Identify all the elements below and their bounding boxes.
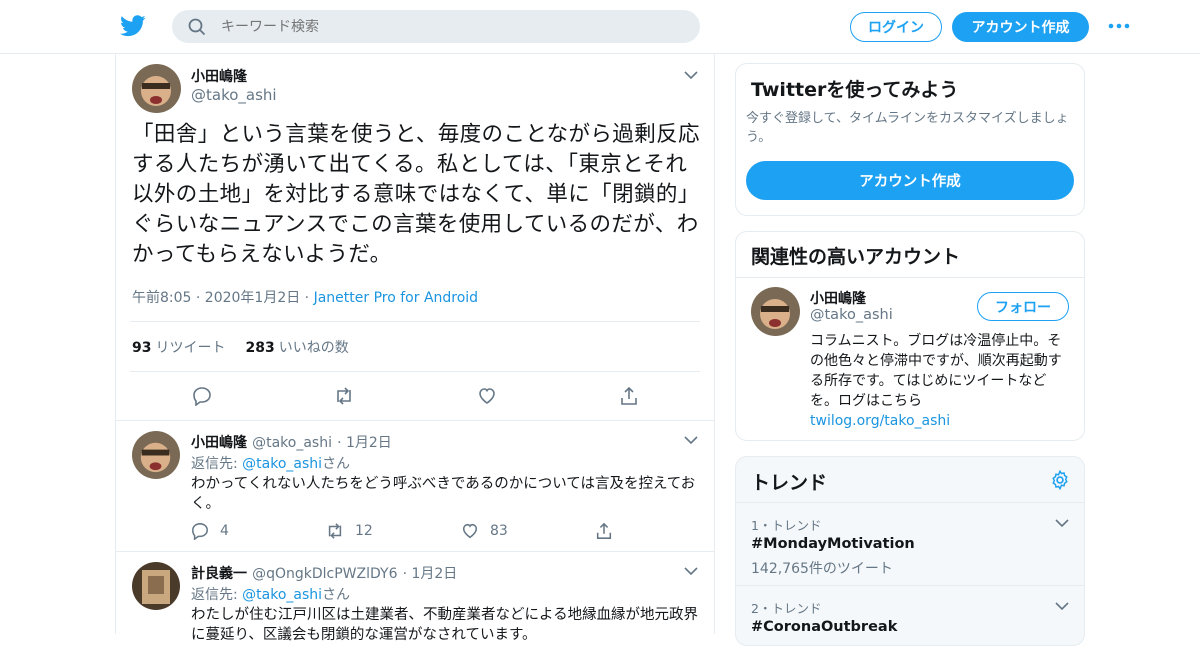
reply-to-suffix: さん xyxy=(322,587,351,603)
top-bar: ログイン アカウント作成 xyxy=(0,0,1200,54)
retweets-label: リツイート xyxy=(155,339,226,356)
reply-header: 小田嶋隆 @tako_ashi · 1月2日 xyxy=(191,432,392,452)
retweets-count: 93 xyxy=(132,339,152,356)
reply-author-name[interactable]: 小田嶋隆 xyxy=(191,435,247,451)
chevron-down-icon[interactable] xyxy=(684,436,698,444)
share-icon[interactable] xyxy=(619,386,639,406)
reply-header: 計良義一 @qOngkDlcPWZlDY6 · 1月2日 xyxy=(191,563,457,583)
reply-to-line: 返信先: @tako_ashiさん xyxy=(191,584,350,604)
author-handle[interactable]: @tako_ashi xyxy=(191,86,277,104)
related-account-bio: コラムニスト。ブログは冷温停止中。その他色々と停滞中ですが、順次再起動する所存で… xyxy=(810,331,1072,431)
tweet-text: 「田舎」という言葉を使うと、毎度のことながら過剰反応する人たちが湧いて出てくる。… xyxy=(132,122,700,267)
timeline-column: 小田嶋隆 @tako_ashi 「田舎」という言葉を使うと、毎度のことながら過剰… xyxy=(115,54,716,643)
signup-card: Twitterを使ってみよう 今すぐ登録して、タイムラインをカスタマイズしましょ… xyxy=(735,63,1085,216)
search-input[interactable] xyxy=(221,18,641,35)
related-account-handle[interactable]: @tako_ashi xyxy=(810,307,893,323)
trend-rank: 1・トレンド xyxy=(751,518,822,533)
signup-card-title: Twitterを使ってみよう xyxy=(751,79,959,101)
share-icon xyxy=(596,522,612,539)
tweet-client-link[interactable]: Janetter Pro for Android xyxy=(314,290,478,306)
reply-to-prefix: 返信先: xyxy=(191,456,243,472)
tweet-stats: 93 リツイート 283 いいねの数 xyxy=(130,321,700,372)
reply-like-action[interactable]: 83 xyxy=(461,522,595,540)
chevron-down-icon[interactable] xyxy=(684,71,698,79)
trend-tag[interactable]: #CoronaOutbreak xyxy=(751,619,897,635)
gear-icon[interactable] xyxy=(1049,469,1071,491)
twitter-logo-icon[interactable] xyxy=(120,14,146,38)
reply-text: わかってくれない人たちをどう呼ぶべきであるのかについては言及を控えておく。 xyxy=(191,476,696,512)
reply-reply-action[interactable]: 4 xyxy=(191,522,325,540)
bio-text: コラムニスト。ブログは冷温停止中。その他色々と停滞中ですが、順次再起動する所存で… xyxy=(810,333,1062,409)
chevron-down-icon[interactable] xyxy=(684,567,698,575)
reply-author-handle[interactable]: @qOngkDlcPWZlDY6 xyxy=(252,566,397,582)
tweet-meta: 午前8:05 · 2020年1月2日 · Janetter Pro for An… xyxy=(132,287,478,307)
reply-icon[interactable] xyxy=(192,386,212,406)
reply-retweet-action[interactable]: 12 xyxy=(325,522,461,540)
reply-to-suffix: さん xyxy=(322,456,351,472)
reply-count: 4 xyxy=(220,523,229,539)
related-card-title: 関連性の高いアカウント xyxy=(751,246,961,268)
search-icon xyxy=(188,18,206,35)
tweet-actions xyxy=(116,372,716,420)
more-icon[interactable] xyxy=(1108,22,1130,30)
related-accounts-card: 関連性の高いアカウント 小田嶋隆 @tako_ashi フォロー コラムニスト。… xyxy=(735,231,1085,441)
search-box[interactable] xyxy=(172,10,700,43)
trend-item[interactable]: 2・トレンド #CoronaOutbreak xyxy=(736,585,1084,645)
author-name[interactable]: 小田嶋隆 xyxy=(191,66,247,86)
signup-card-button[interactable]: アカウント作成 xyxy=(746,161,1074,200)
reply-date[interactable]: · 1月2日 xyxy=(337,435,392,451)
reply-share-action[interactable] xyxy=(595,522,613,540)
tweet-time[interactable]: 午前8:05 · 2020年1月2日 · xyxy=(132,290,314,306)
likes-count: 283 xyxy=(245,339,275,356)
reply-date[interactable]: · 1月2日 xyxy=(403,566,458,582)
avatar[interactable] xyxy=(132,562,180,610)
signup-card-desc: 今すぐ登録して、タイムラインをカスタマイズしましょう。 xyxy=(746,111,1069,145)
trends-card: トレンド 1・トレンド #MondayMotivation 142,765件のツ… xyxy=(735,456,1085,646)
retweet-icon[interactable] xyxy=(333,386,355,406)
retweet-count: 12 xyxy=(355,523,373,539)
like-icon xyxy=(462,523,478,539)
bio-link[interactable]: twilog.org/tako_ashi xyxy=(810,413,950,429)
likes-label: いいねの数 xyxy=(278,339,349,356)
reply-tweet[interactable]: 計良義一 @qOngkDlcPWZlDY6 · 1月2日 返信先: @tako_… xyxy=(116,551,714,643)
avatar[interactable] xyxy=(751,287,800,336)
retweet-icon xyxy=(328,523,342,539)
reply-to-link[interactable]: @tako_ashi xyxy=(242,587,322,603)
avatar[interactable] xyxy=(132,431,180,479)
reply-author-handle[interactable]: @tako_ashi xyxy=(252,435,332,451)
trends-title: トレンド xyxy=(751,472,828,494)
reply-author-name[interactable]: 計良義一 xyxy=(191,566,247,582)
related-account-name[interactable]: 小田嶋隆 xyxy=(810,288,866,308)
reply-to-line: 返信先: @tako_ashiさん xyxy=(191,453,350,473)
reply-icon xyxy=(192,523,208,540)
follow-button[interactable]: フォロー xyxy=(977,292,1069,321)
login-button[interactable]: ログイン xyxy=(850,12,942,42)
like-count: 83 xyxy=(490,523,508,539)
reply-to-link[interactable]: @tako_ashi xyxy=(242,456,322,472)
chevron-down-icon[interactable] xyxy=(1055,602,1069,610)
likes-stat[interactable]: 283 いいねの数 xyxy=(245,337,348,357)
reply-text: わたしが住む江戸川区は土建業者、不動産業者などによる地縁血縁が地元政界に蔓延り、… xyxy=(191,607,699,643)
avatar[interactable] xyxy=(132,64,181,113)
reply-to-prefix: 返信先: xyxy=(191,587,243,603)
signup-button[interactable]: アカウント作成 xyxy=(952,12,1089,42)
reply-tweet[interactable]: 小田嶋隆 @tako_ashi · 1月2日 返信先: @tako_ashiさん… xyxy=(116,420,714,551)
retweets-stat[interactable]: 93 リツイート xyxy=(132,337,225,357)
trend-rank: 2・トレンド xyxy=(751,601,822,616)
chevron-down-icon[interactable] xyxy=(1055,519,1069,527)
like-icon[interactable] xyxy=(477,386,497,406)
trend-tag[interactable]: #MondayMotivation xyxy=(751,536,915,552)
trend-count: 142,765件のツイート xyxy=(751,561,893,577)
reply-actions: 4 12 83 xyxy=(191,522,613,540)
trend-item[interactable]: 1・トレンド #MondayMotivation 142,765件のツイート xyxy=(736,502,1084,586)
